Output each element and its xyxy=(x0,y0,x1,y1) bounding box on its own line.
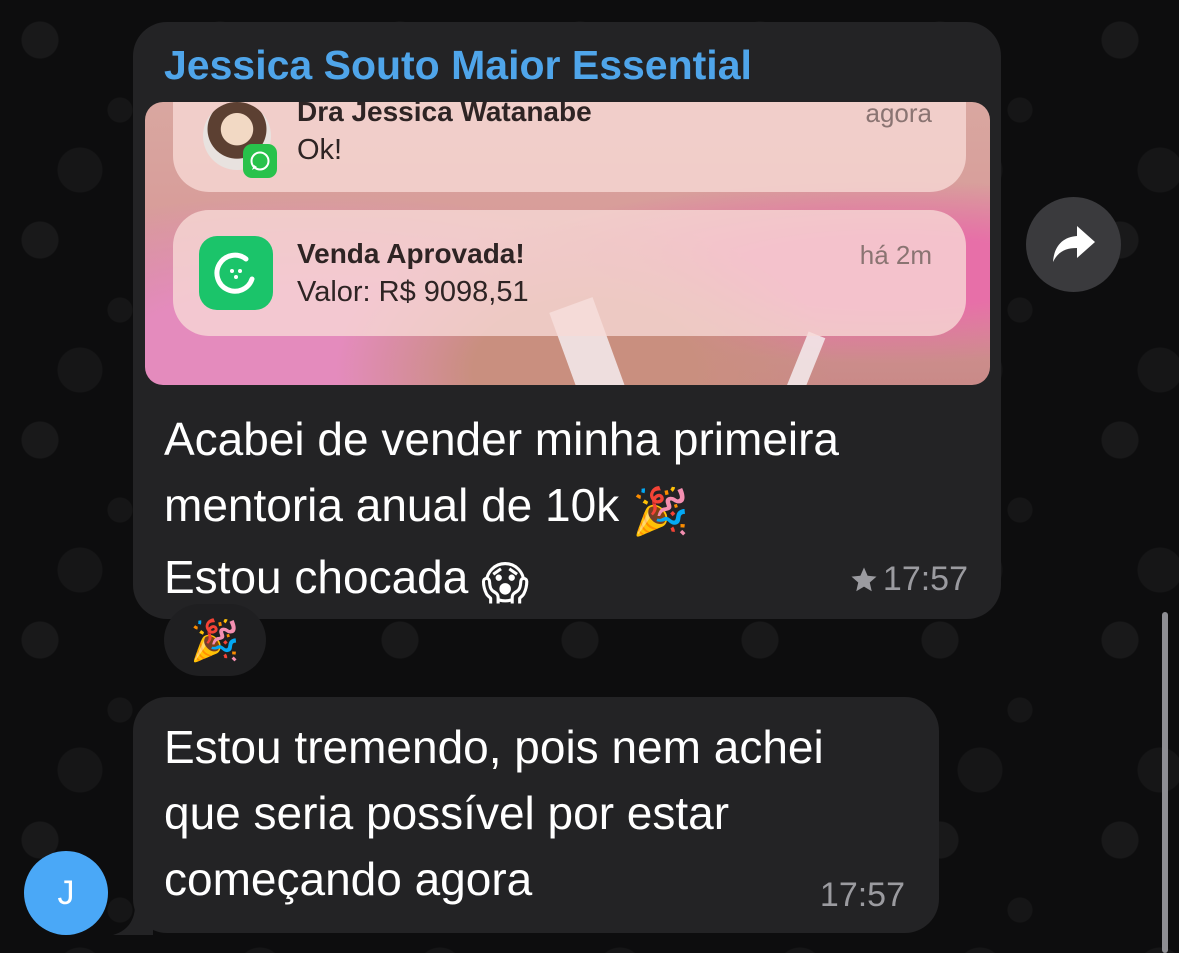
notification-title: Venda Aprovada! xyxy=(297,238,525,269)
reaction-badge[interactable]: 🎉 xyxy=(164,604,266,676)
notification-title: Dra Jessica Watanabe xyxy=(297,102,592,127)
message-text: Estou tremendo, pois nem achei que seria… xyxy=(164,721,824,905)
star-icon xyxy=(851,567,877,591)
notification-whatsapp: Dra Jessica Watanabe Ok! agora xyxy=(173,102,966,192)
screaming-face-icon: 😱 xyxy=(481,557,530,609)
scrollbar[interactable] xyxy=(1162,612,1168,953)
avatar[interactable]: J xyxy=(24,851,108,935)
bubble-tail xyxy=(113,905,153,935)
message-bubble-text[interactable]: Estou tremendo, pois nem achei que seria… xyxy=(133,697,939,933)
whatsapp-icon xyxy=(243,144,277,178)
message-text: Acabei de vender minha primeira mentoria… xyxy=(164,406,839,616)
message-photo[interactable]: Dra Jessica Watanabe Ok! agora Venda Apr… xyxy=(145,102,990,385)
notification-time: agora xyxy=(865,102,933,128)
message-meta: 17:57 xyxy=(849,560,968,599)
forward-button[interactable] xyxy=(1026,197,1121,292)
sender-name[interactable]: Jessica Souto Maior Essential xyxy=(164,42,752,89)
forward-icon xyxy=(1052,225,1095,262)
kiwify-icon xyxy=(199,236,273,310)
notification-body: Valor: R$ 9098,51 xyxy=(297,276,529,308)
message-time: 17:57 xyxy=(819,876,905,914)
contact-avatar xyxy=(203,102,277,178)
notification-time: há 2m xyxy=(859,240,932,270)
chat-view: Jessica Souto Maior Essential Dra Jessic… xyxy=(0,0,1179,953)
party-popper-icon: 🎉 xyxy=(190,618,240,663)
message-bubble-photo[interactable]: Jessica Souto Maior Essential Dra Jessic… xyxy=(133,22,1001,619)
notification-sale: Venda Aprovada! Valor: R$ 9098,51 há 2m xyxy=(173,210,966,336)
message-time: 17:57 xyxy=(882,560,968,598)
party-popper-icon: 🎉 xyxy=(631,485,690,537)
message-meta: 17:57 xyxy=(820,876,905,915)
notification-body: Ok! xyxy=(297,134,343,166)
